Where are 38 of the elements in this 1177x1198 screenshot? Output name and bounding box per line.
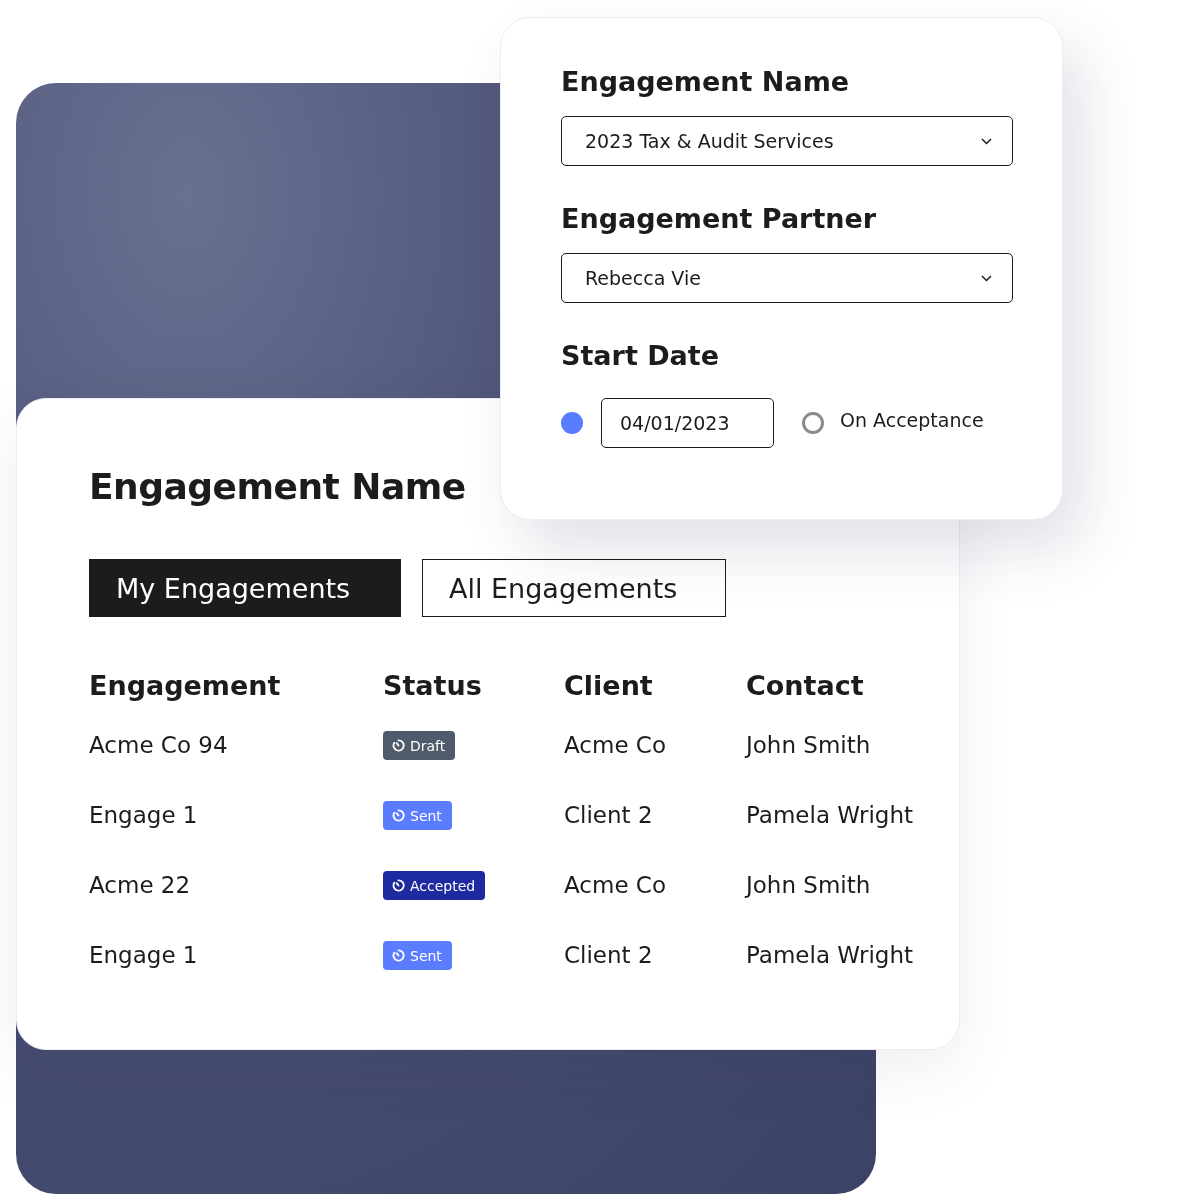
tab[interactable]: All Engagements xyxy=(422,559,726,617)
table-cell-text: John Smith xyxy=(746,873,872,900)
status-badge: Accepted xyxy=(383,871,486,900)
field-label: Start Date xyxy=(561,339,721,373)
table-cell-text: Acme Co 94 xyxy=(89,733,229,760)
timer-icon xyxy=(392,879,405,892)
table-cell-text: Client 2 xyxy=(564,943,654,970)
card-title: Engagement Name xyxy=(89,465,467,509)
status-badge: Sent xyxy=(383,801,452,830)
status-badge: Draft xyxy=(383,731,456,760)
option-label: On Acceptance xyxy=(840,409,984,431)
field-label: Engagement Partner xyxy=(561,202,878,236)
dropdown-field[interactable]: Rebecca Vie xyxy=(561,253,1013,303)
tab[interactable]: My Engagements xyxy=(89,559,401,617)
table-cell-text: Pamela Wright xyxy=(746,943,915,970)
table-cell-text: Acme 22 xyxy=(89,873,192,900)
table-cell-text: John Smith xyxy=(746,733,872,760)
column-header: Client xyxy=(564,669,654,703)
column-header: Engagement xyxy=(89,669,282,703)
table-cell-text: Engage 1 xyxy=(89,803,199,830)
chevron-down-icon xyxy=(981,274,992,282)
date-field[interactable]: 04/01/2023 xyxy=(601,398,774,448)
table-cell-text: Acme Co xyxy=(564,873,667,900)
radio-button[interactable] xyxy=(802,412,824,434)
timer-icon xyxy=(392,949,405,962)
dropdown-field[interactable]: 2023 Tax & Audit Services xyxy=(561,116,1013,166)
column-header: Contact xyxy=(746,669,865,703)
table-cell-text: Pamela Wright xyxy=(746,803,915,830)
table-cell-text: Engage 1 xyxy=(89,943,199,970)
table-cell-text: Acme Co xyxy=(564,733,667,760)
status-badge: Sent xyxy=(383,941,452,970)
radio-button[interactable] xyxy=(561,412,583,434)
table-cell-text: Client 2 xyxy=(564,803,654,830)
timer-icon xyxy=(392,739,405,752)
timer-icon xyxy=(392,809,405,822)
field-label: Engagement Name xyxy=(561,65,851,99)
chevron-down-icon xyxy=(981,137,992,145)
column-header: Status xyxy=(383,669,483,703)
